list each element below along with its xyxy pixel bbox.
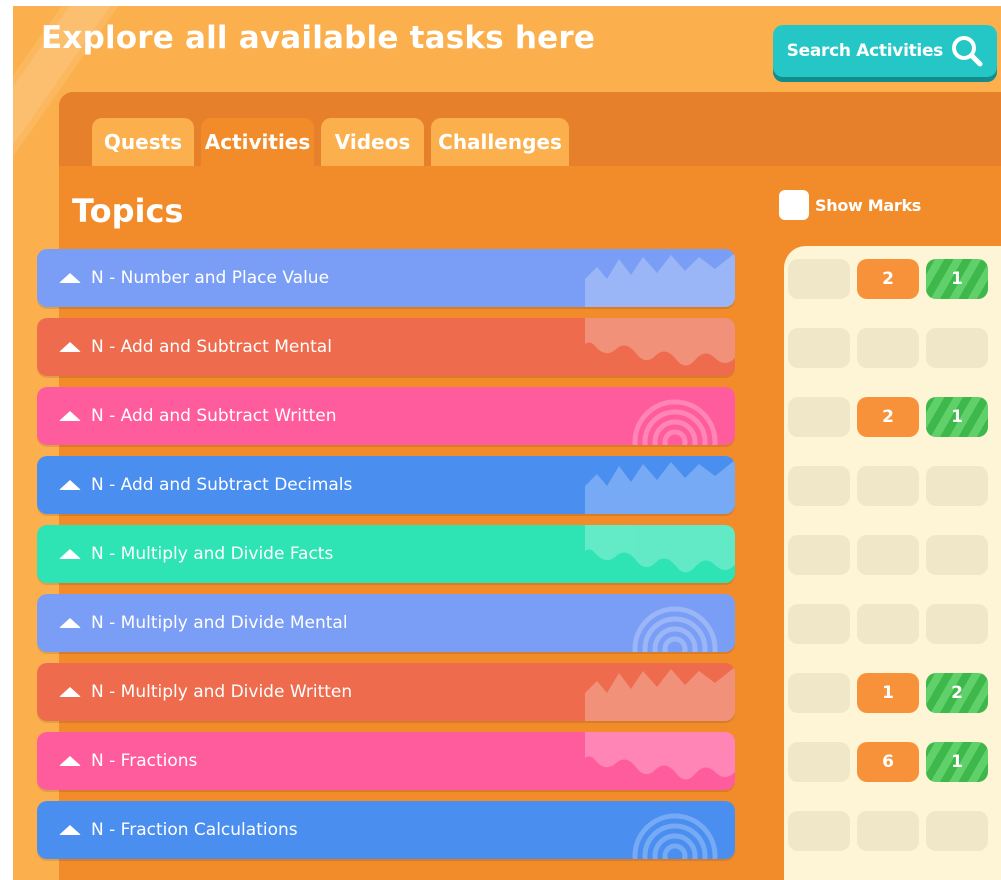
expand-triangle-icon[interactable]	[59, 756, 81, 766]
topic-row[interactable]: N - Multiply and Divide Facts	[37, 525, 735, 583]
mark-badge-empty	[857, 535, 919, 575]
mark-badge-green: 1	[926, 259, 988, 299]
row-pattern-decoration	[585, 253, 735, 307]
row-pattern-decoration	[632, 813, 718, 859]
mark-badge-empty	[926, 811, 988, 851]
expand-triangle-icon[interactable]	[59, 411, 81, 421]
mark-badge-empty	[788, 811, 850, 851]
mark-badge-empty	[788, 397, 850, 437]
topics-heading: Topics	[72, 192, 184, 230]
topic-row[interactable]: N - Fraction Calculations	[37, 801, 735, 859]
show-marks-label: Show Marks	[815, 195, 922, 215]
row-pattern-decoration	[632, 399, 718, 445]
tab-label: Quests	[103, 130, 183, 154]
topic-label: N - Fractions	[91, 751, 198, 771]
mark-badge-empty	[788, 604, 850, 644]
mark-badge-orange: 2	[857, 259, 919, 299]
topic-label: N - Add and Subtract Decimals	[91, 475, 353, 495]
topic-row[interactable]: N - Fractions	[37, 732, 735, 790]
mark-badge-empty	[926, 535, 988, 575]
mark-badge-empty	[788, 673, 850, 713]
tab-videos[interactable]: Videos	[321, 118, 424, 166]
tab-challenges[interactable]: Challenges	[431, 118, 569, 166]
topic-label: N - Fraction Calculations	[91, 820, 298, 840]
mark-badge-green: 2	[926, 673, 988, 713]
mark-badge-green: 1	[926, 742, 988, 782]
row-pattern-decoration	[585, 460, 735, 514]
show-marks-checkbox[interactable]	[779, 190, 809, 220]
tab-activities[interactable]: Activities	[201, 118, 314, 166]
expand-triangle-icon[interactable]	[59, 273, 81, 283]
topic-label: N - Multiply and Divide Written	[91, 682, 353, 702]
row-pattern-decoration	[585, 732, 735, 780]
expand-triangle-icon[interactable]	[59, 618, 81, 628]
topic-label: N - Multiply and Divide Facts	[91, 544, 334, 564]
mark-badge-empty	[788, 259, 850, 299]
mark-badge-orange: 6	[857, 742, 919, 782]
expand-triangle-icon[interactable]	[59, 342, 81, 352]
expand-triangle-icon[interactable]	[59, 549, 81, 559]
row-pattern-decoration	[585, 525, 735, 573]
tab-bar: Quests Activities Videos Challenges	[59, 92, 1001, 166]
mark-badge-empty	[857, 811, 919, 851]
mark-badge-empty	[857, 328, 919, 368]
mark-badge-empty	[788, 742, 850, 782]
mark-badge-empty	[857, 604, 919, 644]
topic-row[interactable]: N - Add and Subtract Written	[37, 387, 735, 445]
mark-badge-empty	[788, 466, 850, 506]
page-background: Explore all available tasks here Search …	[13, 6, 1001, 880]
search-icon	[952, 36, 983, 67]
tab-label: Activities	[204, 130, 311, 154]
topic-row[interactable]: N - Multiply and Divide Written	[37, 663, 735, 721]
topic-row[interactable]: N - Add and Subtract Decimals	[37, 456, 735, 514]
mark-badge-orange: 2	[857, 397, 919, 437]
page-title: Explore all available tasks here	[41, 20, 596, 56]
tab-label: Videos	[334, 130, 411, 154]
topic-label: N - Add and Subtract Mental	[91, 337, 332, 357]
mark-badge-orange: 1	[857, 673, 919, 713]
topic-row[interactable]: N - Number and Place Value	[37, 249, 735, 307]
mark-badge-empty	[857, 466, 919, 506]
expand-triangle-icon[interactable]	[59, 687, 81, 697]
search-button-label: Search Activities	[786, 41, 944, 61]
search-activities-button[interactable]: Search Activities	[773, 25, 997, 77]
tab-quests[interactable]: Quests	[92, 118, 194, 166]
topic-label: N - Multiply and Divide Mental	[91, 613, 348, 633]
mark-badge-green: 1	[926, 397, 988, 437]
mark-badge-empty	[926, 328, 988, 368]
row-pattern-decoration	[585, 667, 735, 721]
topic-row[interactable]: N - Add and Subtract Mental	[37, 318, 735, 376]
topic-row[interactable]: N - Multiply and Divide Mental	[37, 594, 735, 652]
topic-label: N - Add and Subtract Written	[91, 406, 337, 426]
mark-badge-empty	[926, 466, 988, 506]
mark-badge-empty	[788, 328, 850, 368]
mark-badge-empty	[926, 604, 988, 644]
topic-label: N - Number and Place Value	[91, 268, 330, 288]
show-marks-toggle[interactable]: Show Marks	[779, 190, 921, 220]
row-pattern-decoration	[585, 318, 735, 366]
row-pattern-decoration	[632, 606, 718, 652]
expand-triangle-icon[interactable]	[59, 825, 81, 835]
tab-label: Challenges	[438, 130, 562, 154]
expand-triangle-icon[interactable]	[59, 480, 81, 490]
mark-badge-empty	[788, 535, 850, 575]
